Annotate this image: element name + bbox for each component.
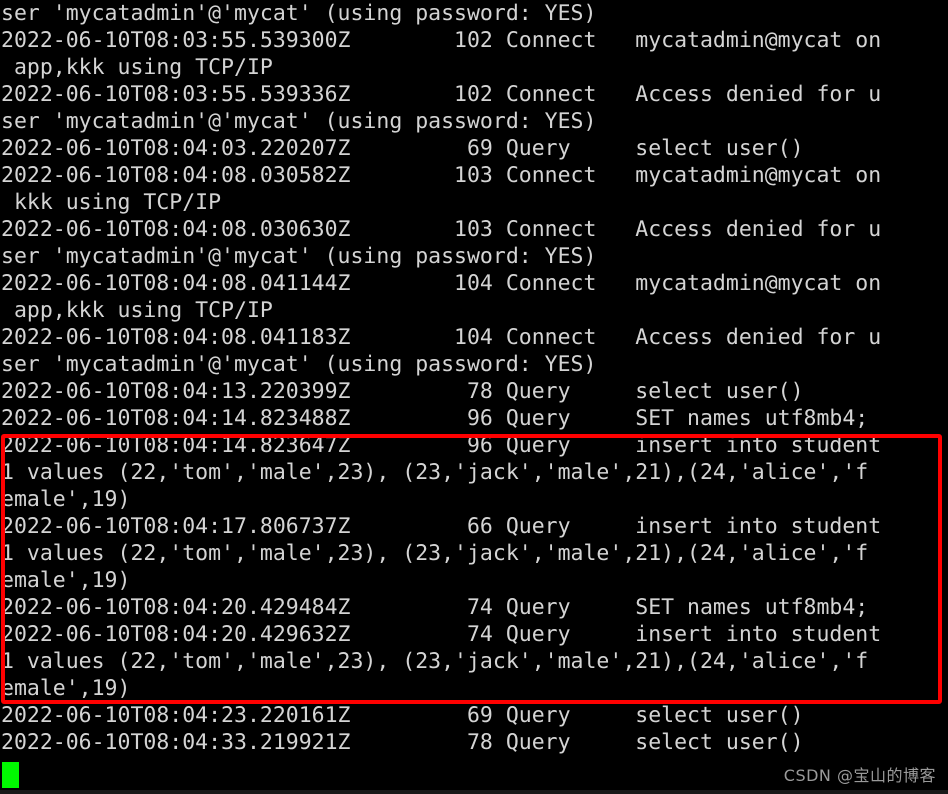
terminal-window[interactable]: ser 'mycatadmin'@'mycat' (using password… xyxy=(0,0,948,794)
terminal-line: 2022-06-10T08:04:08.030582Z 103 Connect … xyxy=(1,163,882,188)
terminal-line: 2022-06-10T08:04:08.030630Z 103 Connect … xyxy=(1,217,882,242)
terminal-line: ser 'mycatadmin'@'mycat' (using password… xyxy=(1,109,597,134)
terminal-line: 2022-06-10T08:04:17.806737Z 66 Query ins… xyxy=(1,514,882,539)
terminal-line: 2022-06-10T08:04:23.220161Z 69 Query sel… xyxy=(1,703,804,728)
terminal-line: 2022-06-10T08:04:03.220207Z 69 Query sel… xyxy=(1,136,804,161)
terminal-line: 2022-06-10T08:04:14.823647Z 96 Query ins… xyxy=(1,433,882,458)
terminal-line: 2022-06-10T08:04:14.823488Z 96 Query SET… xyxy=(1,406,869,431)
terminal-line: 2022-06-10T08:03:55.539336Z 102 Connect … xyxy=(1,82,882,107)
terminal-line: 1 values (22,'tom','male',23), (23,'jack… xyxy=(1,649,869,674)
terminal-line: ser 'mycatadmin'@'mycat' (using password… xyxy=(1,244,597,269)
terminal-line: 2022-06-10T08:04:20.429484Z 74 Query SET… xyxy=(1,595,869,620)
terminal-line: 2022-06-10T08:04:13.220399Z 78 Query sel… xyxy=(1,379,804,404)
terminal-line: kkk using TCP/IP xyxy=(1,190,222,215)
window-bottom-edge xyxy=(0,790,948,794)
terminal-log-output[interactable]: ser 'mycatadmin'@'mycat' (using password… xyxy=(0,0,948,756)
watermark-label: CSDN @宝山的博客 xyxy=(783,766,936,785)
terminal-line: 1 values (22,'tom','male',23), (23,'jack… xyxy=(1,460,869,485)
terminal-line: 2022-06-10T08:04:08.041144Z 104 Connect … xyxy=(1,271,882,296)
terminal-line: 1 values (22,'tom','male',23), (23,'jack… xyxy=(1,541,869,566)
terminal-line: app,kkk using TCP/IP xyxy=(1,298,273,323)
terminal-line: 2022-06-10T08:04:20.429632Z 74 Query ins… xyxy=(1,622,882,647)
terminal-line: 2022-06-10T08:04:33.219921Z 78 Query sel… xyxy=(1,730,804,755)
terminal-line: 2022-06-10T08:04:08.041183Z 104 Connect … xyxy=(1,325,882,350)
terminal-line: emale',19) xyxy=(1,487,131,512)
terminal-line: ser 'mycatadmin'@'mycat' (using password… xyxy=(1,352,597,377)
block-cursor xyxy=(2,762,19,788)
terminal-line: app,kkk using TCP/IP xyxy=(1,55,273,80)
terminal-line: ser 'mycatadmin'@'mycat' (using password… xyxy=(1,1,597,26)
terminal-line: emale',19) xyxy=(1,568,131,593)
terminal-line: emale',19) xyxy=(1,676,131,701)
terminal-line: 2022-06-10T08:03:55.539300Z 102 Connect … xyxy=(1,28,882,53)
